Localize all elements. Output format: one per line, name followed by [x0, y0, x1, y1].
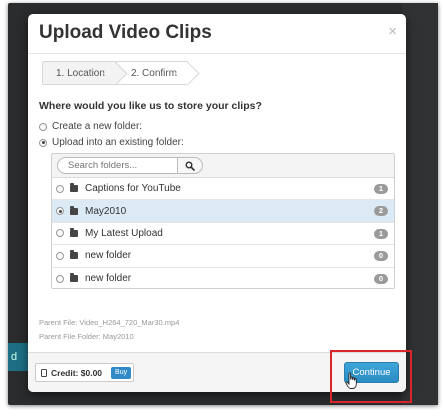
folder-row[interactable]: Captions for YouTube 1 [52, 178, 394, 201]
close-button[interactable]: × [388, 23, 397, 40]
credit-box: Credit: $0.00 Buy [35, 363, 134, 382]
folder-search-input[interactable] [57, 157, 178, 174]
folder-name: new folder [85, 273, 132, 285]
parent-file-folder: Parent File Folder: May2010 [39, 332, 134, 341]
parent-file: Parent File: Video_H264_720_Mar30.mp4 [39, 318, 180, 327]
folder-name: May2010 [85, 205, 127, 217]
folder-name: My Latest Upload [85, 227, 163, 239]
folder-row[interactable]: new folder 0 [52, 268, 394, 288]
folder-row-selected[interactable]: May2010 2 [52, 200, 394, 223]
folder-row[interactable]: new folder 0 [52, 245, 394, 268]
option-create-folder[interactable]: Create a new folder: [39, 121, 142, 132]
folder-count-badge: 0 [374, 251, 388, 262]
folder-icon [70, 183, 78, 193]
modal-title: Upload Video Clips [39, 22, 212, 43]
folder-list-panel: Captions for YouTube 1 May2010 2 My Late… [51, 153, 395, 289]
folder-icon [70, 273, 78, 283]
folder-icon [70, 227, 78, 237]
folder-radio[interactable] [56, 207, 64, 216]
folder-count-badge: 1 [374, 184, 388, 194]
folder-search-bar [52, 154, 394, 178]
search-button[interactable] [177, 157, 203, 174]
folder-radio[interactable] [56, 229, 64, 238]
folder-count-badge: 2 [374, 206, 388, 217]
folder-radio[interactable] [56, 251, 64, 260]
folder-name: Captions for YouTube [85, 183, 181, 195]
radio-create-folder[interactable] [39, 122, 47, 131]
background-button-fragment: d [8, 343, 30, 371]
upload-modal: Upload Video Clips × 1. Location 2. Conf… [28, 14, 406, 392]
step-location[interactable]: 1. Location [42, 61, 116, 85]
folder-row[interactable]: My Latest Upload 1 [52, 223, 394, 246]
folder-count-badge: 0 [374, 273, 388, 284]
storage-question: Where would you like us to store your cl… [39, 100, 262, 112]
radio-existing-folder[interactable] [39, 138, 47, 147]
step-indicator: 1. Location 2. Confirm [42, 61, 189, 85]
buy-button[interactable]: Buy [111, 366, 132, 379]
search-icon [185, 161, 195, 171]
highlight-box [330, 350, 412, 403]
option-existing-folder[interactable]: Upload into an existing folder: [39, 137, 184, 148]
option-create-folder-label: Create a new folder: [52, 121, 143, 132]
modal-header: Upload Video Clips × [28, 14, 406, 54]
folder-icon [70, 250, 78, 260]
folder-count-badge: 1 [374, 228, 388, 239]
folder-radio[interactable] [56, 184, 64, 193]
hand-cursor-icon [345, 372, 357, 389]
folder-name: new folder [85, 250, 132, 262]
credit-amount: Credit: $0.00 [51, 367, 103, 378]
database-icon [41, 368, 47, 377]
background-strip [402, 3, 438, 405]
folder-radio[interactable] [56, 274, 64, 283]
option-existing-folder-label: Upload into an existing folder: [52, 137, 184, 148]
folder-icon [70, 205, 78, 215]
